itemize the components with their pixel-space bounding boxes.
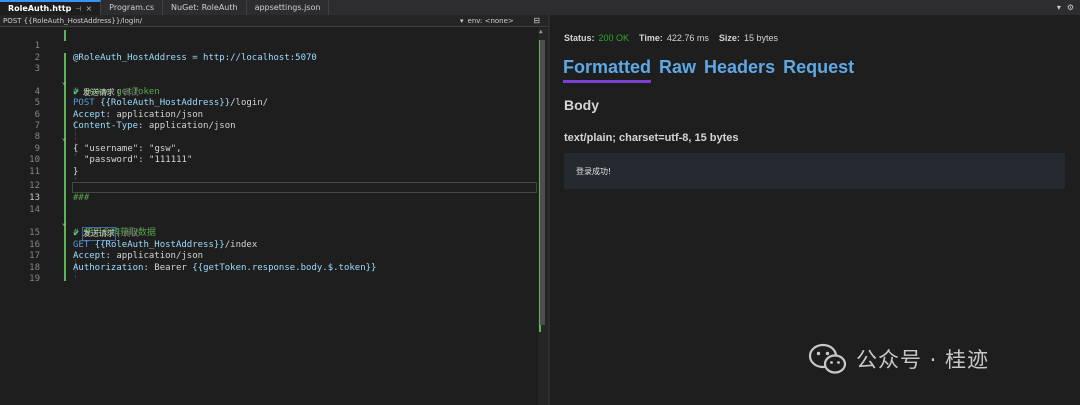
content-type-label: text/plain; charset=utf-8, 15 bytes <box>564 132 739 144</box>
split-view-icon[interactable]: ⊟ <box>533 16 548 25</box>
response-view-tabs: Formatted Raw Headers Request <box>563 57 854 83</box>
watermark-text: 公众号 · 桂迹 <box>856 348 990 372</box>
code-line-current[interactable]: 13 <box>0 182 538 203</box>
tab-list-dropdown-icon[interactable]: ▾ <box>1057 3 1061 12</box>
pin-icon[interactable]: ⊣ <box>75 5 81 13</box>
tab-bar-actions: ▾ ⚙ <box>1057 0 1080 15</box>
codelens-row: ✔ 发送请求 | 调试 <box>0 206 538 241</box>
editor-vertical-scrollbar[interactable]: ▲ <box>538 28 548 405</box>
request-location[interactable]: POST {{RoleAuth_HostAddress}}/login/ <box>0 17 460 25</box>
code-line[interactable]: 4 POST {{RoleAuth_HostAddress}}/login/ <box>0 75 538 108</box>
status-value: 200 OK <box>598 33 630 43</box>
code-line[interactable]: 3 ⌄ # @name getToken <box>0 53 538 97</box>
settings-gear-icon[interactable]: ⚙ <box>1067 3 1074 12</box>
tab-raw[interactable]: Raw <box>659 57 696 83</box>
chevron-down-icon: ▾ <box>460 16 464 25</box>
codelens-row: ✔ 发送请求 | 调试 <box>0 64 538 97</box>
environment-selector[interactable]: ▾ env: <none> <box>460 17 514 25</box>
tab-nuget-roleauth[interactable]: NuGet: RoleAuth <box>163 0 247 15</box>
code-line[interactable]: 15 GET {{RoleAuth_HostAddress}}/index <box>0 217 538 249</box>
code-line[interactable]: 8 "username": "gsw", <box>0 121 538 153</box>
code-line[interactable]: 5 Accept: application/json <box>0 87 538 119</box>
scroll-up-arrow-icon[interactable]: ▲ <box>539 28 543 35</box>
response-summary: Status: 200 OK Time: 422.76 ms Size: 15 … <box>564 33 778 43</box>
response-body-box: 登录成功! <box>564 153 1065 189</box>
tab-roleauth-http[interactable]: RoleAuth.http ⊣ × <box>0 0 102 15</box>
response-body-text: 登录成功! <box>576 167 612 176</box>
size-value: 15 bytes <box>743 33 778 43</box>
size-label: Size: <box>718 33 740 43</box>
tab-request[interactable]: Request <box>783 57 854 83</box>
code-line[interactable]: 19 <box>0 263 538 284</box>
line-number: 19 <box>29 274 40 284</box>
tab-formatted[interactable]: Formatted <box>563 57 652 83</box>
code-line[interactable]: 14 ⌄ # 使用令牌获取数据 <box>0 194 538 238</box>
code-line[interactable]: 12 ### <box>0 170 538 202</box>
status-label: Status: <box>564 33 595 43</box>
code-line[interactable]: 1 @RoleAuth_HostAddress = http://localho… <box>0 30 538 62</box>
code-line[interactable]: 11 <box>0 155 538 177</box>
watermark: 公众号 · 桂迹 <box>808 342 989 376</box>
request-navigation-bar: POST {{RoleAuth_HostAddress}}/login/ ▾ e… <box>0 15 548 27</box>
document-tab-bar: RoleAuth.http ⊣ × Program.cs NuGet: Role… <box>0 0 1080 15</box>
tab-label: RoleAuth.http <box>8 4 72 13</box>
code-line[interactable]: 9 "password": "111111" <box>0 132 538 165</box>
tab-program-cs[interactable]: Program.cs <box>101 0 164 15</box>
scrollbar-thumb[interactable] <box>540 40 545 325</box>
http-editor[interactable]: 1 @RoleAuth_HostAddress = http://localho… <box>0 28 548 405</box>
body-heading: Body <box>564 97 599 113</box>
close-icon[interactable]: × <box>85 4 92 13</box>
code-line[interactable]: 10 } <box>0 144 538 176</box>
environment-label: env: <none> <box>467 16 514 25</box>
tab-label: NuGet: RoleAuth <box>171 3 238 12</box>
code-line[interactable]: 2 <box>0 41 538 63</box>
code-line[interactable]: 17 Authorization: Bearer {{getToken.resp… <box>0 240 538 272</box>
wechat-logo-icon <box>808 343 847 374</box>
time-label: Time: <box>639 33 663 43</box>
code-line[interactable]: 18 <box>0 251 538 273</box>
tab-label: appsettings.json <box>254 3 321 12</box>
code-line[interactable]: 6 Content-Type: application/json <box>0 98 538 131</box>
tab-label: Program.cs <box>109 3 155 12</box>
tab-appsettings-json[interactable]: appsettings.json <box>247 0 330 15</box>
time-value: 422.76 ms <box>666 33 709 43</box>
code-line[interactable]: 7 ⌄ { <box>0 110 538 154</box>
tab-headers[interactable]: Headers <box>704 57 775 83</box>
code-line[interactable]: 16 Accept: application/json <box>0 228 538 261</box>
